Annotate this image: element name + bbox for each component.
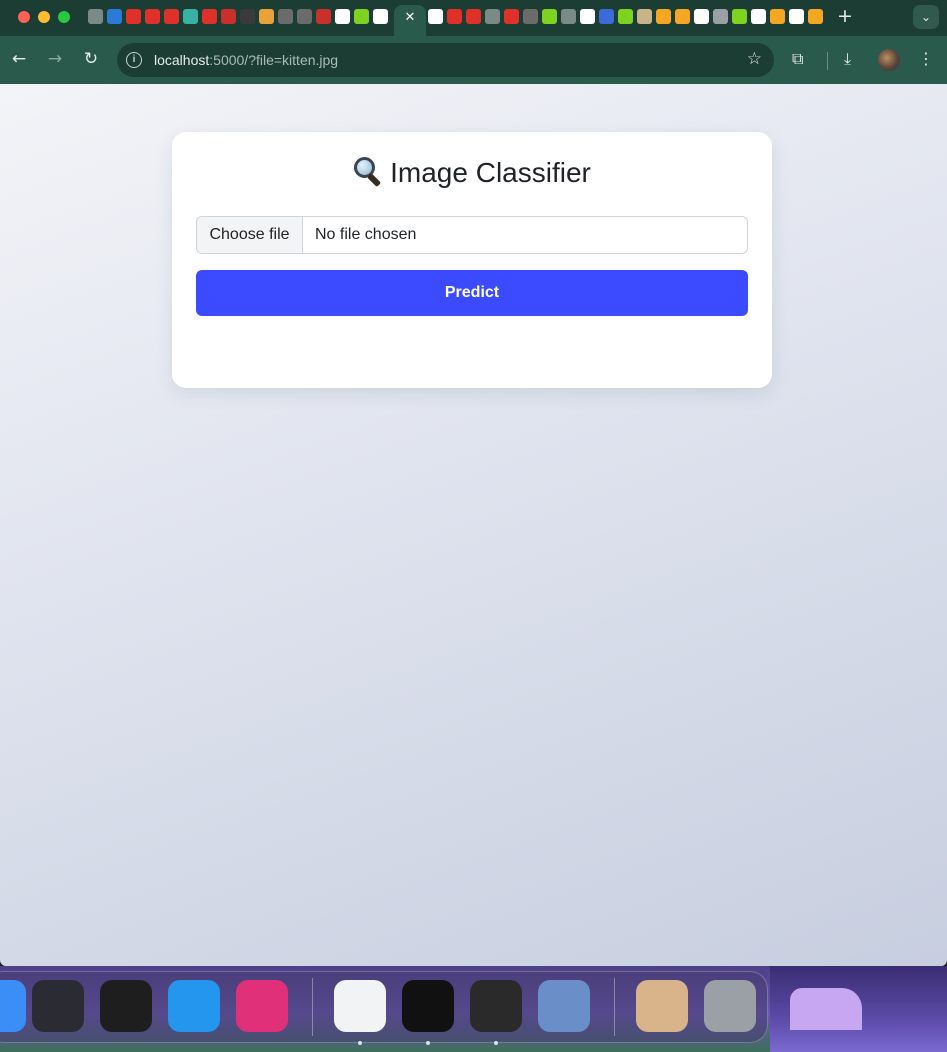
tab-favicon-icon[interactable] [259,9,274,24]
dock-raycast-icon[interactable] [32,980,84,1032]
tab-favicon-icon[interactable] [770,9,785,24]
dock-docker-icon[interactable] [168,980,220,1032]
active-tab[interactable]: ✕ [394,5,426,36]
url-path: :5000/?file=kitten.jpg [209,52,339,68]
url-host: localhost [154,52,210,68]
minimize-window-button[interactable] [38,11,50,23]
tab-favicon-icon[interactable] [278,9,293,24]
site-info-icon[interactable]: i [126,52,142,68]
close-window-button[interactable] [18,11,30,23]
tab-favicon-icon[interactable] [694,9,709,24]
new-tab-button[interactable]: + [835,5,855,27]
tab-favicon-icon[interactable] [637,9,652,24]
classifier-card: Image Classifier Choose file No file cho… [172,132,772,388]
tab-favicon-icon[interactable] [183,9,198,24]
tab-favicon-icon[interactable] [447,9,462,24]
tab-favicon-icon[interactable] [713,9,728,24]
dock-intellij-idea-icon[interactable] [236,980,288,1032]
tab-favicon-icon[interactable] [523,9,538,24]
tab-favicon-icon[interactable] [428,9,443,24]
dock-running-indicator [358,1041,362,1045]
extensions-icon[interactable]: ⧉ [792,48,803,70]
tab-search-button[interactable]: ⌄ [913,5,939,29]
tab-favicon-icon[interactable] [580,9,595,24]
page-title-text: Image Classifier [390,157,591,188]
dock-figma-icon[interactable] [100,980,152,1032]
tab-favicon-icon[interactable] [354,9,369,24]
dock-terminal-icon[interactable] [402,980,454,1032]
dock-separator [312,978,313,1036]
address-bar[interactable]: i localhost:5000/?file=kitten.jpg ☆ [117,43,774,77]
tab-favicon-icon[interactable] [504,9,519,24]
zoom-window-button[interactable] [58,11,70,23]
browser-toolbar: ← → ↻ i localhost:5000/?file=kitten.jpg … [0,36,947,84]
tab-favicon-icon[interactable] [335,9,350,24]
tab-favicon-icon[interactable] [656,9,671,24]
dock-kitten-image-icon[interactable] [636,980,688,1032]
tab-favicon-icon[interactable] [107,9,122,24]
tab-favicon-icon[interactable] [297,9,312,24]
forward-button[interactable]: → [44,48,66,70]
tab-favicon-icon[interactable] [221,9,236,24]
tab-favicon-icon[interactable] [126,9,141,24]
choose-file-button[interactable]: Choose file [197,217,303,253]
dock-preview-icon[interactable] [538,980,590,1032]
dock-activity-ring-icon[interactable] [470,980,522,1032]
predict-button[interactable]: Predict [196,270,748,316]
tab-favicon-icon[interactable] [164,9,179,24]
close-tab-icon[interactable]: ✕ [394,5,426,31]
url-text[interactable]: localhost:5000/?file=kitten.jpg [154,52,338,68]
dock-separator [614,978,615,1036]
tab-favicon-icon[interactable] [542,9,557,24]
tab-favicon-icon[interactable] [618,9,633,24]
download-icon[interactable]: ⤓ [844,48,851,70]
back-button[interactable]: ← [8,48,30,70]
tab-favicon-icon[interactable] [675,9,690,24]
tab-favicon-icon[interactable] [145,9,160,24]
dock-running-indicator [426,1041,430,1045]
page-viewport: Image Classifier Choose file No file cho… [0,84,947,966]
tab-strip: ✕ + ⌄ [0,0,947,36]
page-title: Image Classifier [172,156,772,189]
tab-favicon-icon[interactable] [88,9,103,24]
tab-favicon-icon[interactable] [485,9,500,24]
dock-chrome-icon[interactable] [334,980,386,1032]
file-status-text: No file chosen [315,226,417,243]
tab-favicon-icon[interactable] [373,9,388,24]
dock-trash-icon[interactable] [704,980,756,1032]
tab-favicon-icon[interactable] [240,9,255,24]
wallpaper-ridge [790,988,862,1030]
tab-favicon-icon[interactable] [561,9,576,24]
tab-favicon-icon[interactable] [202,9,217,24]
dock-finder-icon[interactable] [0,980,26,1032]
tab-favicon-icon[interactable] [599,9,614,24]
tab-favicon-icon[interactable] [316,9,331,24]
dock-running-indicator [494,1041,498,1045]
browser-menu-icon[interactable]: ⋮ [918,48,934,70]
tab-favicon-icon[interactable] [466,9,481,24]
profile-avatar[interactable] [878,49,900,71]
tab-favicon-icon[interactable] [808,9,823,24]
toolbar-divider [827,52,828,70]
magnifying-glass-icon [353,156,383,188]
tab-favicon-icon[interactable] [789,9,804,24]
tab-favicon-icon[interactable] [751,9,766,24]
bookmark-star-icon[interactable]: ☆ [747,49,762,69]
file-input[interactable]: Choose file No file chosen [196,216,748,254]
tab-favicon-icon[interactable] [732,9,747,24]
reload-button[interactable]: ↻ [80,48,102,70]
